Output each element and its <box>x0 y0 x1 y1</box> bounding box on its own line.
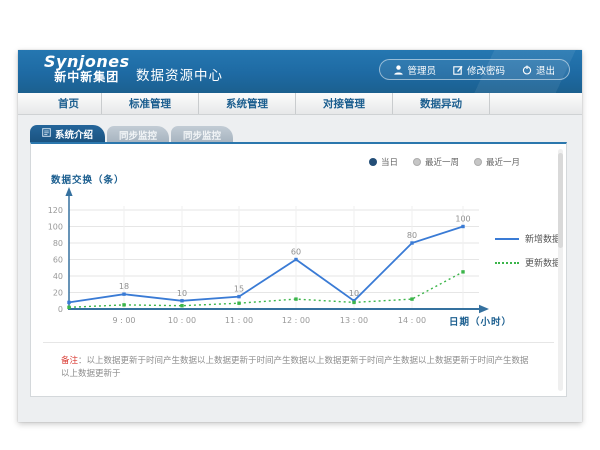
current-user[interactable]: 管理员 <box>394 63 436 77</box>
main-nav: 首页 标准管理 系统管理 对接管理 数据异动 <box>18 93 582 115</box>
change-password-button[interactable]: 修改密码 <box>453 63 505 77</box>
scrollbar-thumb[interactable] <box>558 153 563 248</box>
panel-scrollbar[interactable] <box>558 149 563 391</box>
range-label: 最近一月 <box>486 156 520 168</box>
chart-legend: 新增数据 更新数据 <box>495 232 561 280</box>
svg-text:120: 120 <box>48 206 63 215</box>
svg-text:60: 60 <box>291 248 301 257</box>
radio-selected-icon <box>369 158 377 166</box>
green-line-sample <box>495 262 519 264</box>
svg-text:80: 80 <box>53 239 63 248</box>
range-label: 当日 <box>381 156 398 168</box>
range-option-last-week[interactable]: 最近一周 <box>413 156 459 168</box>
user-icon <box>394 65 403 75</box>
svg-text:13 : 00: 13 : 00 <box>340 316 368 325</box>
blue-line-sample <box>495 238 519 240</box>
svg-text:日期（小时）: 日期（小时） <box>449 316 512 328</box>
nav-item-home[interactable]: 首页 <box>36 93 102 114</box>
tab-label: 同步监控 <box>119 128 157 142</box>
change-password-label: 修改密码 <box>467 63 505 77</box>
legend-label: 更新数据 <box>525 256 561 269</box>
nav-item-system-mgmt[interactable]: 系统管理 <box>199 93 296 114</box>
svg-text:100: 100 <box>455 215 470 224</box>
document-icon <box>42 128 51 140</box>
range-option-last-month[interactable]: 最近一月 <box>474 156 520 168</box>
user-toolbar: 管理员 修改密码 退出 <box>379 59 570 80</box>
tab-bar: 系统介绍 同步监控 同步监控 <box>30 125 235 143</box>
app-window: Synjones 新中新集团 数据资源中心 管理员 修改密码 退出 <box>18 50 582 422</box>
legend-label: 新增数据 <box>525 232 561 245</box>
svg-text:100: 100 <box>48 223 63 232</box>
legend-item-new-data: 新增数据 <box>495 232 561 245</box>
svg-text:12 : 00: 12 : 00 <box>282 316 310 325</box>
chart-panel: 当日 最近一周 最近一月 数据交换（条） 0204060801001209 : … <box>30 142 567 397</box>
page-title: 数据资源中心 <box>136 64 223 84</box>
nav-item-standard-mgmt[interactable]: 标准管理 <box>102 93 199 114</box>
svg-text:0: 0 <box>58 305 63 314</box>
footnote: 备注：以上数据更新于时间产生数据以上数据更新于时间产生数据以上数据更新于时间产生… <box>61 355 536 381</box>
logout-button[interactable]: 退出 <box>522 63 555 77</box>
radio-unselected-icon <box>474 158 482 166</box>
svg-text:80: 80 <box>407 231 417 240</box>
tab-sync-monitor-1[interactable]: 同步监控 <box>107 126 169 143</box>
footnote-prefix: 备注 <box>61 356 78 366</box>
logo-text-cn: 新中新集团 <box>44 71 130 84</box>
footnote-text: ：以上数据更新于时间产生数据以上数据更新于时间产生数据以上数据更新于时间产生数据… <box>61 356 529 379</box>
company-logo: Synjones 新中新集团 <box>44 54 130 83</box>
nav-item-interface-mgmt[interactable]: 对接管理 <box>296 93 393 114</box>
svg-text:14 : 00: 14 : 00 <box>398 316 426 325</box>
tab-label: 系统介绍 <box>55 127 93 141</box>
tab-sync-monitor-2[interactable]: 同步监控 <box>171 126 233 143</box>
svg-text:60: 60 <box>53 256 63 265</box>
line-chart: 0 20 40 60 80 100 120 9 : 00 10 : 00 11 : 00 12 : … <box>31 184 551 334</box>
range-label: 最近一周 <box>425 156 459 168</box>
svg-text:9 : 00: 9 : 00 <box>112 316 135 325</box>
time-range-group: 当日 最近一周 最近一月 <box>369 156 520 168</box>
legend-item-update-data: 更新数据 <box>495 256 561 269</box>
edit-icon <box>453 65 463 75</box>
logout-label: 退出 <box>536 63 555 77</box>
note-divider <box>43 342 554 343</box>
tab-system-intro[interactable]: 系统介绍 <box>30 125 105 143</box>
svg-text:10: 10 <box>349 289 359 298</box>
range-option-today[interactable]: 当日 <box>369 156 398 168</box>
svg-text:18: 18 <box>119 282 129 291</box>
tab-label: 同步监控 <box>183 128 221 142</box>
header: Synjones 新中新集团 数据资源中心 管理员 修改密码 退出 <box>18 50 582 93</box>
power-icon <box>522 65 532 75</box>
svg-text:40: 40 <box>53 272 63 281</box>
svg-text:10: 10 <box>177 289 187 298</box>
nav-item-data-change[interactable]: 数据异动 <box>393 93 490 114</box>
svg-text:11 : 00: 11 : 00 <box>225 316 253 325</box>
svg-text:20: 20 <box>53 289 63 298</box>
user-label: 管理员 <box>407 63 436 77</box>
logo-text-en: Synjones <box>44 54 130 71</box>
svg-text:15: 15 <box>234 285 244 294</box>
radio-unselected-icon <box>413 158 421 166</box>
svg-text:10 : 00: 10 : 00 <box>168 316 196 325</box>
